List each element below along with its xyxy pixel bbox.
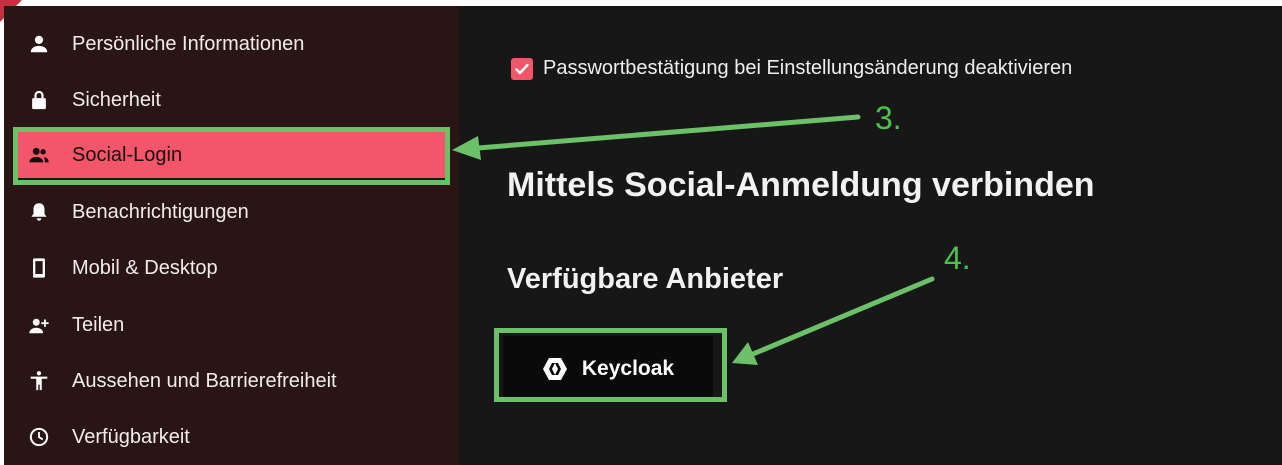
password-confirmation-checkbox[interactable]: [511, 57, 533, 80]
sidebar-item-label: Persönliche Informationen: [72, 32, 305, 55]
annotation-step-4: 4.: [944, 240, 971, 276]
sidebar-item-label: Mobil & Desktop: [72, 256, 218, 279]
sidebar-item-label: Teilen: [72, 313, 125, 336]
page-title: Mittels Social-Anmeldung verbinden: [507, 166, 1095, 204]
phone-icon: [28, 257, 50, 279]
checkbox-label: Passwortbestätigung bei Einstellungsände…: [543, 57, 1073, 79]
checkmark-icon: [515, 63, 529, 74]
annotation-step-3: 3.: [875, 100, 902, 136]
clock-icon: [28, 426, 50, 448]
sidebar-item-mobile-desktop[interactable]: Mobil & Desktop: [14, 245, 446, 291]
password-confirmation-setting[interactable]: Passwortbestätigung bei Einstellungsände…: [511, 57, 1072, 80]
sidebar-item-label: Benachrichtigungen: [72, 200, 249, 223]
sidebar-item-personal-info[interactable]: Persönliche Informationen: [14, 21, 446, 67]
lock-icon: [28, 89, 50, 111]
sidebar-item-security[interactable]: Sicherheit: [14, 77, 446, 123]
sidebar-item-label: Aussehen und Barrierefreiheit: [72, 369, 337, 392]
section-heading: Verfügbare Anbieter: [507, 263, 784, 295]
sidebar-item-label: Verfügbarkeit: [72, 425, 190, 448]
sidebar-item-share[interactable]: Teilen: [14, 302, 446, 348]
person-icon: [28, 33, 50, 55]
highlight-box-keycloak: [494, 328, 727, 402]
accessibility-icon: [28, 370, 50, 392]
person-add-icon: [28, 314, 50, 336]
sidebar-item-label: Sicherheit: [72, 88, 161, 111]
sidebar-item-notifications[interactable]: Benachrichtigungen: [14, 189, 446, 235]
highlight-box-social-login: [13, 127, 450, 185]
bell-icon: [28, 201, 50, 223]
sidebar-item-availability[interactable]: Verfügbarkeit: [14, 414, 446, 460]
sidebar-item-appearance[interactable]: Aussehen und Barrierefreiheit: [14, 358, 446, 404]
